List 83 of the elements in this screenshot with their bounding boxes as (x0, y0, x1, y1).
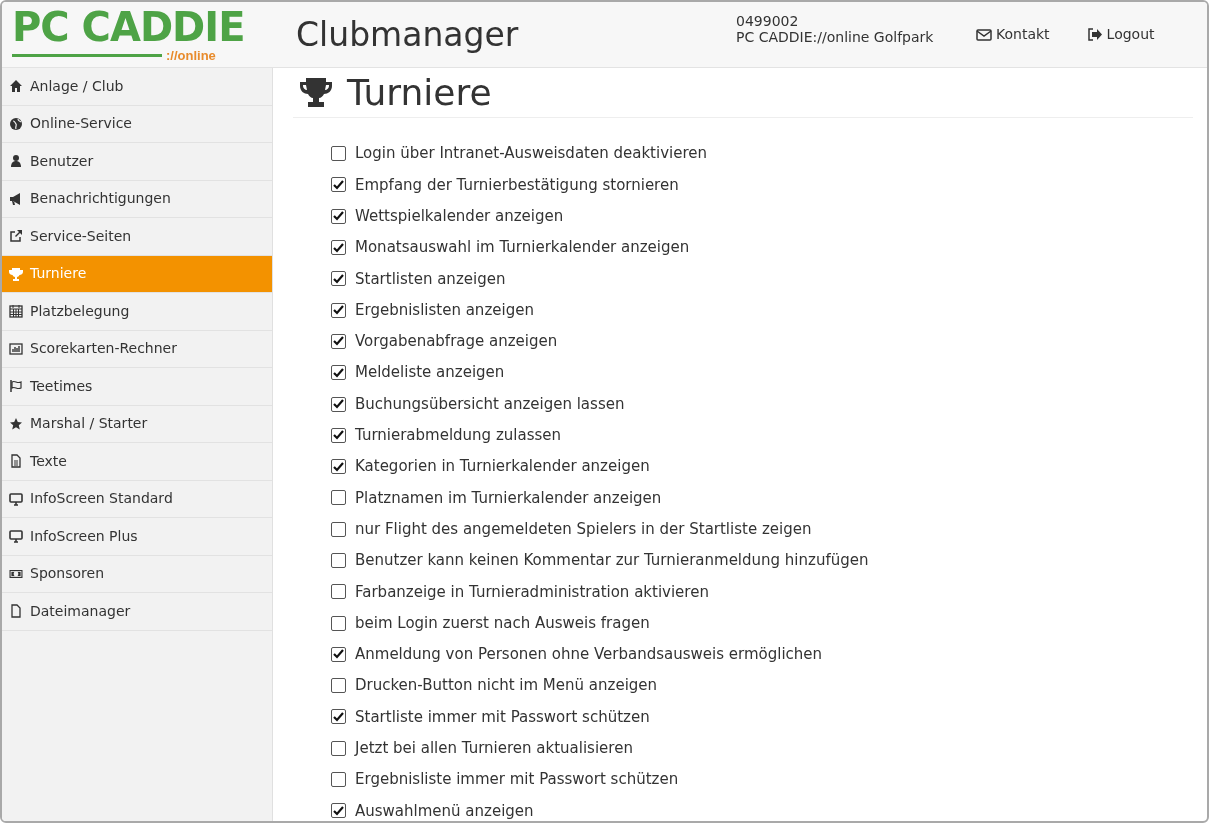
checkbox[interactable] (331, 271, 346, 287)
checkbox-label: Turnierabmeldung zulassen (355, 425, 561, 447)
sidebar-item[interactable]: InfoScreen Standard (2, 480, 272, 518)
app-title: Clubmanager (296, 13, 520, 56)
document-icon (9, 454, 23, 469)
checkbox-label: Startlisten anzeigen (355, 268, 506, 290)
checkbox[interactable] (331, 553, 346, 568)
monitor-icon (9, 529, 23, 544)
checkbox[interactable] (331, 333, 346, 349)
checkbox[interactable] (331, 803, 346, 819)
trophy-icon (299, 76, 333, 109)
checkbox-label: Farbanzeige in Turnieradministration aktivieren (355, 581, 709, 603)
checkbox[interactable] (331, 740, 346, 756)
checkbox-label: Jetzt bei allen Turnieren aktualisieren (355, 738, 633, 760)
contact-link[interactable]: Kontakt (976, 24, 1050, 45)
checkbox-label: Platznamen im Turnierkalender anzeigen (355, 487, 662, 509)
sidebar-item[interactable]: Marshal / Starter (2, 405, 272, 443)
checkbox-label: Benutzer kann keinen Kommentar zur Turnieranmeldung hinzufügen (355, 550, 869, 572)
sidebar-item[interactable]: Service-Seiten (2, 218, 272, 256)
external-link-icon (9, 229, 23, 244)
checkbox-label: Login über Intranet-Ausweisdaten deaktivieren (355, 143, 707, 165)
page-title: Turniere (347, 70, 492, 115)
checkbox[interactable] (331, 208, 346, 224)
sidebar-item[interactable]: Dateimanager (2, 593, 272, 631)
checkbox-label: Empfang der Turnierbestätigung stornieren (355, 174, 679, 196)
checkbox-label: Kategorien in Turnierkalender anzeigen (355, 456, 650, 478)
checkbox-label: Vorgabenabfrage anzeigen (355, 331, 558, 353)
checkbox-label: Startliste immer mit Passwort schützen (355, 706, 650, 728)
logout-link[interactable]: Logout (1087, 24, 1155, 45)
checkbox-label: Ergebnisliste immer mit Passwort schützen (355, 769, 679, 791)
checkbox[interactable] (331, 427, 346, 443)
checkbox[interactable] (331, 146, 346, 162)
account-name: PC CADDIE://online Golfpark (736, 28, 935, 45)
sidebar-item[interactable]: Sponsoren (2, 555, 272, 593)
sidebar-item[interactable]: Benutzer (2, 143, 272, 181)
sidebar-item[interactable]: Platzbelegung (2, 293, 272, 331)
checkbox[interactable] (331, 396, 346, 412)
checkbox-label: Meldeliste anzeigen (355, 362, 505, 384)
sidebar-item[interactable]: Scorekarten-Rechner (2, 330, 272, 368)
logo-text: PC CADDIE (12, 6, 246, 47)
globe-icon (9, 116, 23, 131)
user-icon (9, 154, 23, 169)
logout-icon (1087, 28, 1103, 41)
checkbox[interactable] (331, 459, 346, 475)
home-icon (9, 79, 23, 94)
trophy-icon (9, 266, 23, 281)
calendar-icon (9, 304, 23, 319)
checkbox[interactable] (331, 772, 346, 788)
checkbox-label: Ergebnislisten anzeigen (355, 299, 534, 321)
checkbox[interactable] (331, 584, 346, 600)
sidebar-item[interactable]: Texte (2, 443, 272, 481)
checkbox[interactable] (331, 521, 346, 537)
star-icon (9, 416, 23, 431)
checkbox[interactable] (331, 709, 346, 725)
sidebar-item[interactable]: InfoScreen Plus (2, 518, 272, 556)
sidebar-item[interactable]: Online-Service (2, 105, 272, 143)
monitor-icon (9, 491, 23, 506)
checkbox[interactable] (331, 365, 346, 381)
checkbox-label: nur Flight des angemeldeten Spielers in der Startliste zeigen (355, 518, 812, 540)
checkbox[interactable] (331, 678, 346, 694)
sidebar-item[interactable]: Benachrichtigungen (2, 180, 272, 218)
envelope-icon (976, 28, 992, 41)
sidebar-item[interactable]: Teetimes (2, 368, 272, 406)
checkbox-label: Buchungsübersicht anzeigen lassen (355, 393, 625, 415)
checkbox-label: Monatsauswahl im Turnierkalender anzeigen (355, 237, 690, 259)
checkbox-label: Drucken-Button nicht im Menü anzeigen (355, 675, 658, 697)
logo-subtext: ://online (166, 48, 216, 63)
checkbox[interactable] (331, 490, 346, 506)
sidebar-item[interactable]: Anlage / Club (2, 68, 272, 106)
account-number: 0499002 (736, 12, 800, 29)
checkbox[interactable] (331, 646, 346, 662)
checkbox[interactable] (331, 615, 346, 631)
checkbox-label: Auswahlmenü anzeigen (355, 800, 534, 821)
checkbox-label: beim Login zuerst nach Ausweis fragen (355, 612, 650, 634)
flag-icon (9, 379, 23, 394)
bar-chart-icon (9, 341, 23, 356)
checkbox[interactable] (331, 302, 346, 318)
checkbox[interactable] (331, 240, 346, 256)
checkbox-label: Wettspielkalender anzeigen (355, 206, 564, 227)
file-icon (9, 604, 23, 619)
checkbox[interactable] (331, 177, 346, 193)
megaphone-icon (9, 191, 23, 206)
checkbox-label: Anmeldung von Personen ohne Verbandsausweis ermöglichen (355, 644, 823, 666)
